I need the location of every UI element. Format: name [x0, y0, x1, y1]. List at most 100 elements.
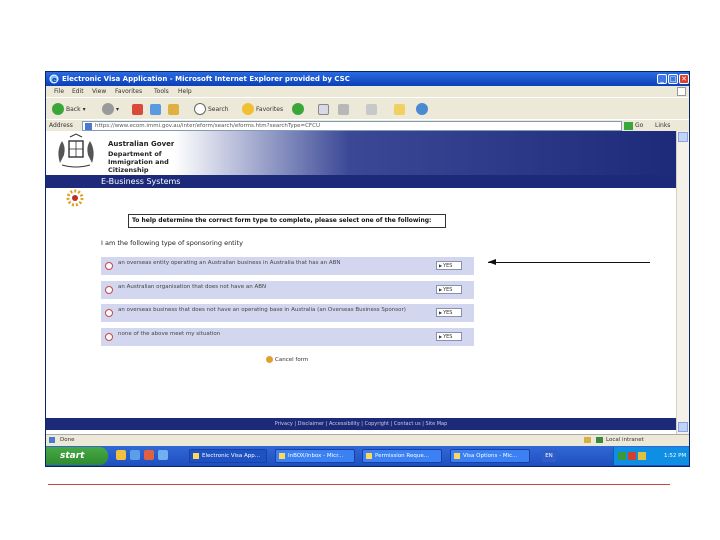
- annotation-arrow: [488, 262, 650, 263]
- quicklaunch-icon[interactable]: [116, 450, 126, 460]
- star-icon: [242, 103, 254, 115]
- tray-icon[interactable]: [638, 452, 646, 460]
- svg-text:e: e: [52, 76, 57, 84]
- menu-favorites[interactable]: Favorites: [115, 86, 142, 97]
- option-text: none of the above meet my situation: [118, 331, 221, 337]
- cancel-icon: [266, 356, 273, 363]
- scroll-up-arrow[interactable]: [678, 132, 688, 142]
- back-label: Back: [66, 105, 81, 113]
- page-content: Australian Government Department of Immi…: [46, 131, 676, 434]
- edit-button[interactable]: [366, 102, 377, 116]
- home-button[interactable]: [168, 102, 179, 116]
- refresh-icon: [150, 103, 161, 115]
- title-bar: e Electronic Visa Application - Microsof…: [46, 72, 689, 86]
- system-tray: 1:52 PM: [613, 447, 689, 465]
- start-button[interactable]: start: [46, 447, 108, 465]
- menu-view[interactable]: View: [92, 86, 106, 97]
- refresh-button[interactable]: [150, 102, 161, 116]
- slide-divider: [48, 484, 670, 485]
- search-button[interactable]: Search: [194, 102, 229, 116]
- taskbar-item[interactable]: Electronic Visa App...: [189, 449, 267, 463]
- department-name: Department of Immigration and Citizenshi…: [108, 150, 169, 174]
- page-icon: [85, 123, 92, 130]
- minimize-button[interactable]: _: [657, 74, 667, 84]
- quicklaunch-icon[interactable]: [130, 450, 140, 460]
- history-icon: [292, 103, 304, 115]
- cancel-form-link[interactable]: Cancel form: [266, 356, 308, 363]
- favorites-button[interactable]: Favorites: [242, 102, 283, 116]
- arrow-bullet-icon: [105, 286, 113, 294]
- browser-window: e Electronic Visa Application - Microsof…: [45, 71, 690, 467]
- chevron-down-icon: ▾: [116, 105, 120, 113]
- search-icon: [194, 103, 206, 115]
- taskbar-item[interactable]: Permission Reque...: [362, 449, 442, 463]
- yes-button[interactable]: YES: [436, 261, 462, 270]
- forward-arrow-icon: [102, 103, 114, 115]
- option-text: an overseas business that does not have …: [118, 307, 406, 313]
- option-row[interactable]: an overseas business that does not have …: [101, 304, 474, 322]
- menu-tools[interactable]: Tools: [154, 86, 169, 97]
- print-button[interactable]: [338, 102, 349, 116]
- intranet-icon: [596, 437, 603, 443]
- close-button[interactable]: ✕: [679, 74, 689, 84]
- mail-button[interactable]: [318, 102, 329, 116]
- window-title: Electronic Visa Application - Microsoft …: [62, 75, 350, 83]
- arrow-bullet-icon: [105, 262, 113, 270]
- go-button[interactable]: Go: [624, 121, 643, 131]
- gear-logo-icon: [66, 189, 84, 207]
- lock-icon: [584, 437, 591, 443]
- stop-button[interactable]: [132, 102, 143, 116]
- quicklaunch-icon[interactable]: [144, 450, 154, 460]
- ie-icon: e: [49, 74, 59, 84]
- taskbar-item[interactable]: Visa Options - Mic...: [450, 449, 530, 463]
- search-label: Search: [208, 105, 229, 113]
- folder-icon: [394, 103, 405, 115]
- quicklaunch-icon[interactable]: [158, 450, 168, 460]
- yes-button[interactable]: YES: [436, 285, 462, 294]
- header-banner: [174, 131, 676, 175]
- messenger-icon: [416, 103, 428, 115]
- address-input[interactable]: https://www.ecom.immi.gov.au/inter/eform…: [82, 121, 622, 131]
- windows-flag-icon: [677, 87, 686, 96]
- toolbar: Back ▾ ▾ Search Favorites: [46, 97, 689, 120]
- tray-icon[interactable]: [628, 452, 636, 460]
- security-zone: Local intranet: [606, 437, 644, 443]
- option-text: an overseas entity operating an Australi…: [118, 260, 341, 266]
- entity-heading: I am the following type of sponsoring en…: [101, 239, 243, 247]
- arrow-bullet-icon: [105, 309, 113, 317]
- home-icon: [168, 103, 179, 115]
- language-indicator[interactable]: EN: [542, 450, 556, 462]
- tray-icon[interactable]: [618, 452, 626, 460]
- mail-icon: [318, 103, 329, 115]
- yes-button[interactable]: YES: [436, 332, 462, 341]
- stop-icon: [132, 103, 143, 115]
- section-bar: E-Business Systems: [46, 175, 676, 188]
- history-button[interactable]: [292, 102, 304, 116]
- folder-button[interactable]: [394, 102, 405, 116]
- status-text: Done: [60, 437, 75, 443]
- annotation-arrow-head: [488, 259, 496, 265]
- maximize-button[interactable]: □: [668, 74, 678, 84]
- messenger-button[interactable]: [416, 102, 428, 116]
- coat-of-arms-logo: [58, 133, 94, 168]
- section-title: E-Business Systems: [101, 177, 181, 186]
- yes-button[interactable]: YES: [436, 308, 462, 317]
- vertical-scrollbar[interactable]: [676, 131, 689, 434]
- page-footer: Privacy | Disclaimer | Accessibility | C…: [46, 418, 676, 430]
- scroll-down-arrow[interactable]: [678, 422, 688, 432]
- page-icon: [49, 437, 55, 443]
- option-row[interactable]: none of the above meet my situation YES: [101, 328, 474, 346]
- back-button[interactable]: Back ▾: [52, 102, 86, 116]
- option-row[interactable]: an Australian organisation that does not…: [101, 281, 474, 299]
- instruction-box: To help determine the correct form type …: [128, 214, 446, 228]
- go-arrow-icon: [624, 122, 633, 130]
- menu-help[interactable]: Help: [178, 86, 192, 97]
- option-row[interactable]: an overseas entity operating an Australi…: [101, 257, 474, 275]
- option-text: an Australian organisation that does not…: [118, 284, 267, 290]
- forward-button[interactable]: ▾: [102, 102, 119, 116]
- favorites-label: Favorites: [256, 105, 284, 113]
- menu-file[interactable]: File: [54, 86, 64, 97]
- menu-bar: File Edit View Favorites Tools Help: [46, 86, 689, 97]
- menu-edit[interactable]: Edit: [72, 86, 84, 97]
- taskbar-item[interactable]: InBOX/Inbox - Micr...: [275, 449, 355, 463]
